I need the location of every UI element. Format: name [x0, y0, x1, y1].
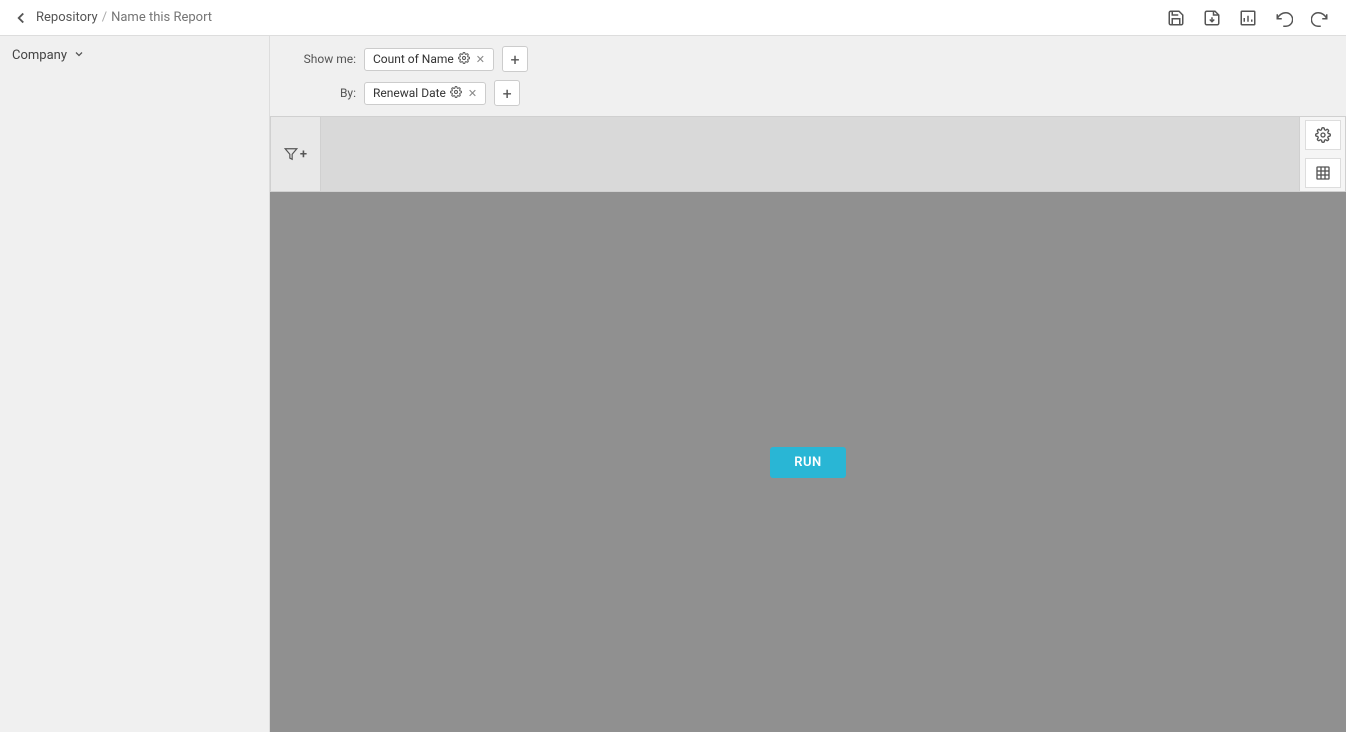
breadcrumb-repo[interactable]: Repository	[36, 10, 98, 25]
table-header-area	[321, 117, 1299, 191]
report-name-input[interactable]	[111, 10, 311, 25]
content-wrapper: Show me: Count of Name ✕ + By:	[270, 36, 1346, 732]
data-area: RUN	[270, 192, 1346, 732]
save-button[interactable]	[1162, 4, 1190, 32]
export-button[interactable]	[1198, 4, 1226, 32]
filter-add-button[interactable]: +	[284, 147, 307, 162]
show-me-gear-icon[interactable]	[458, 52, 470, 67]
company-selector[interactable]: Company	[12, 44, 257, 67]
breadcrumb-separator: /	[102, 10, 107, 25]
top-bar-right	[1162, 4, 1334, 32]
top-controls-area: Show me: Count of Name ✕ + By:	[270, 36, 1346, 116]
breadcrumb: Repository /	[36, 10, 311, 25]
redo-button[interactable]	[1306, 4, 1334, 32]
company-label: Company	[12, 48, 67, 63]
chart-button[interactable]	[1234, 4, 1262, 32]
by-gear-icon[interactable]	[450, 86, 462, 101]
undo-button[interactable]	[1270, 4, 1298, 32]
show-me-add-button[interactable]: +	[502, 46, 528, 72]
show-me-pill: Count of Name ✕	[364, 48, 494, 71]
top-bar-left: Repository /	[12, 9, 311, 27]
settings-icon-button[interactable]	[1305, 120, 1341, 150]
by-add-button[interactable]: +	[494, 80, 520, 106]
run-button[interactable]: RUN	[770, 447, 846, 478]
back-button[interactable]	[12, 9, 30, 27]
table-view-icon-button[interactable]	[1305, 158, 1341, 188]
by-pill-text: Renewal Date	[373, 86, 446, 100]
show-me-row: Show me: Count of Name ✕ +	[286, 46, 1330, 72]
by-label: By:	[286, 86, 356, 100]
left-panel: Company	[0, 36, 270, 732]
show-me-label: Show me:	[286, 52, 356, 66]
filter-plus-icon: +	[300, 147, 307, 162]
filter-bar: +	[271, 117, 321, 191]
filter-header-area: +	[270, 116, 1346, 192]
by-pill: Renewal Date ✕	[364, 82, 486, 105]
chevron-down-icon	[73, 48, 85, 63]
top-bar: Repository /	[0, 0, 1346, 36]
by-close-icon[interactable]: ✕	[468, 87, 477, 100]
show-me-close-icon[interactable]: ✕	[476, 53, 485, 66]
show-me-pill-text: Count of Name	[373, 52, 454, 66]
by-row: By: Renewal Date ✕ +	[286, 80, 1330, 106]
right-icons-panel	[1299, 117, 1345, 191]
main-area: Company Show me: Count of Name	[0, 36, 1346, 732]
